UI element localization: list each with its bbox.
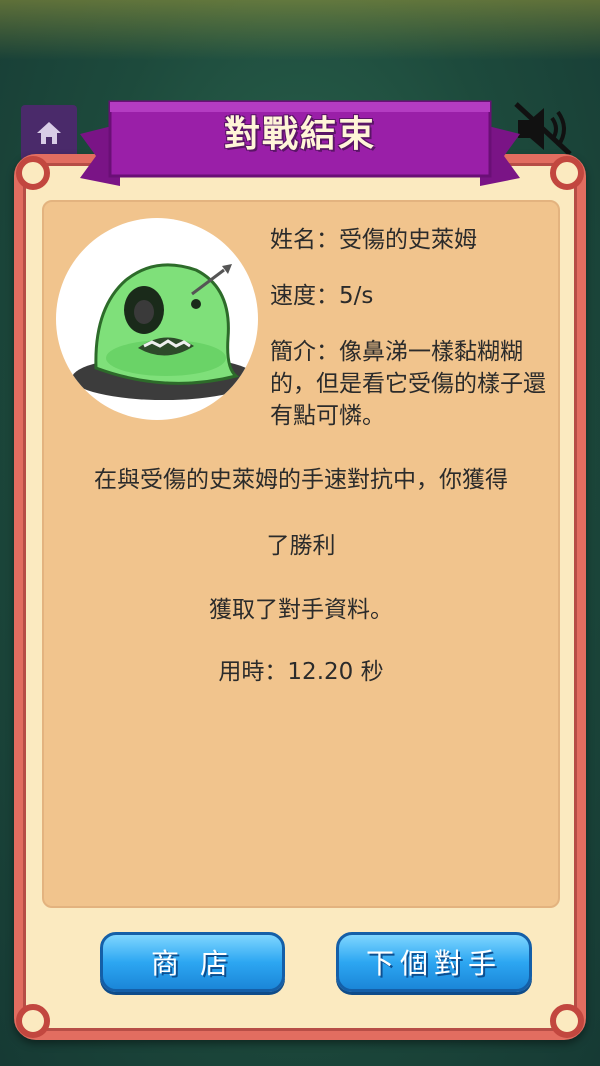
result-time: 用時：12.20 秒 [42, 652, 560, 686]
panel-corner-ornament [16, 1004, 50, 1038]
speed-label: 速度： [270, 283, 339, 309]
shop-button[interactable]: 商 店 [100, 932, 285, 992]
panel-corner-ornament [550, 156, 584, 190]
opponent-name: 受傷的史萊姆 [339, 227, 477, 253]
name-label: 姓名： [270, 227, 339, 253]
top-glow [0, 0, 600, 60]
result-line-3: 獲取了對手資料。 [209, 597, 393, 623]
time-value: 12.20 秒 [287, 659, 384, 685]
next-opponent-button[interactable]: 下個對手 [336, 932, 532, 992]
home-icon [37, 122, 61, 144]
time-label: 用時： [218, 659, 288, 685]
slime-image [72, 263, 256, 400]
opponent-portrait [56, 218, 258, 420]
home-button[interactable] [21, 105, 77, 161]
intro-label: 簡介： [270, 339, 339, 365]
panel-corner-ornament [550, 1004, 584, 1038]
opponent-name-row: 姓名：受傷的史萊姆 [270, 224, 477, 256]
page-title: 對戰結束 [223, 114, 376, 155]
result-line-1: 在與受傷的史萊姆的手速對抗中，你獲得 [94, 467, 508, 493]
sound-muted-icon[interactable] [512, 100, 574, 158]
panel-corner-ornament [16, 156, 50, 190]
opponent-intro-row: 簡介：像鼻涕一樣黏糊糊的，但是看它受傷的樣子還有點可憐。 [270, 336, 560, 432]
opponent-speed: 5/s [339, 283, 374, 309]
opponent-speed-row: 速度：5/s [270, 280, 373, 312]
result-line-2: 了勝利 [266, 533, 336, 559]
